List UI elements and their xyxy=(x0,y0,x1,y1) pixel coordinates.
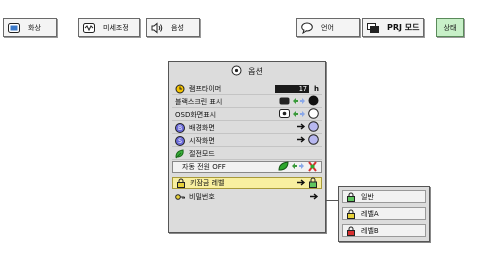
key-icon xyxy=(175,192,185,202)
menu-item-auto-power-off[interactable]: 자동 전원 OFF xyxy=(172,160,322,174)
disabled-icon xyxy=(307,160,318,174)
menu-item-osd-display[interactable]: OSD화면표시 xyxy=(172,108,322,121)
lamp-timer-icon xyxy=(175,84,185,94)
tab-prj-mode[interactable]: PRJ 모드 xyxy=(362,18,424,37)
submenu-item-label: 레벨B xyxy=(361,226,379,235)
menu-title: 옵션 xyxy=(169,62,325,80)
submenu-item-level-b[interactable]: 레벨B xyxy=(342,224,426,237)
submenu-circle-icon xyxy=(308,121,319,134)
fine-sync-icon xyxy=(83,22,95,34)
black-screen-icon xyxy=(279,97,290,107)
tab-audio[interactable]: 음성 xyxy=(146,18,200,37)
projector-mode-icon xyxy=(367,22,379,34)
tab-label: 상태 xyxy=(443,23,457,32)
tab-label: 미세조정 xyxy=(103,23,129,32)
toggle-arrows-icon xyxy=(291,162,305,172)
menu-item-background[interactable]: B 배경화면 xyxy=(172,121,322,134)
arrow-right-icon xyxy=(297,123,306,132)
menu-title-text: 옵션 xyxy=(248,66,263,76)
speech-bubble-icon xyxy=(301,22,313,34)
submenu-item-level-a[interactable]: 레벨A xyxy=(342,207,426,220)
menu-item-label: 블랙스크린 표시 xyxy=(175,97,223,106)
background-b-icon: B xyxy=(175,122,185,133)
menu-item-password[interactable]: 비밀번호 xyxy=(172,191,322,203)
tab-picture[interactable]: 화상 xyxy=(3,18,57,37)
lamp-timer-value: 17 xyxy=(275,84,310,93)
menu-item-startup-screen[interactable]: S 시작화면 xyxy=(172,134,322,147)
key-lock-submenu: 일반 레벨A 레벨B xyxy=(338,186,430,242)
tab-language[interactable]: 언어 xyxy=(296,18,360,37)
white-circle-icon xyxy=(308,108,319,121)
menu-item-key-lock-level[interactable]: 키잠금 레벨 xyxy=(172,177,322,189)
svg-text:S: S xyxy=(178,138,182,145)
toggle-arrows-icon xyxy=(292,110,306,120)
osd-icon xyxy=(279,109,290,120)
menu-item-label: 자동 전원 OFF xyxy=(182,163,226,171)
svg-text:B: B xyxy=(178,125,182,132)
options-menu: 옵션 램프타이머 17 h 블랙스크린 표시 OSD화면표시 B 배경화면 S … xyxy=(168,61,326,233)
lock-green-icon xyxy=(346,192,356,202)
lock-red-icon xyxy=(346,226,356,236)
tab-status[interactable]: 상태 xyxy=(436,18,464,37)
options-icon xyxy=(231,65,242,78)
menu-item-black-screen[interactable]: 블랙스크린 표시 xyxy=(172,95,322,108)
submenu-item-normal[interactable]: 일반 xyxy=(342,190,426,203)
menu-item-label: 램프타이머 xyxy=(189,84,222,93)
menu-item-label: 비밀번호 xyxy=(189,193,215,201)
arrow-right-icon xyxy=(297,136,306,145)
menu-item-lamp-timer: 램프타이머 17 h xyxy=(172,83,322,95)
speaker-icon xyxy=(151,21,163,34)
tab-label: 화상 xyxy=(28,23,41,32)
tab-fine-sync[interactable]: 미세조정 xyxy=(78,18,140,37)
lamp-timer-unit: h xyxy=(314,84,319,93)
lock-icon xyxy=(176,178,186,188)
menu-item-label: 절전모드 xyxy=(189,149,215,158)
picture-icon xyxy=(8,22,20,34)
startup-s-icon: S xyxy=(175,135,185,146)
tab-label: 언어 xyxy=(321,23,334,32)
menu-item-label: OSD화면표시 xyxy=(175,110,217,119)
leaf-icon xyxy=(278,161,289,173)
toggle-arrows-icon xyxy=(292,97,306,107)
arrow-right-icon xyxy=(310,192,319,202)
power-save-leaf-icon xyxy=(175,148,185,159)
tab-label: PRJ 모드 xyxy=(387,23,420,32)
submenu-item-label: 레벨A xyxy=(361,209,379,218)
menu-item-label: 시작화면 xyxy=(189,136,215,145)
menu-item-label: 배경화면 xyxy=(189,123,215,132)
arrow-right-icon xyxy=(297,178,306,188)
submenu-item-label: 일반 xyxy=(361,192,374,201)
menu-item-label: 키잠금 레벨 xyxy=(190,179,225,187)
tab-label: 음성 xyxy=(171,23,184,32)
lock-yellow-icon xyxy=(346,209,356,219)
lock-green-icon xyxy=(308,177,318,190)
submenu-circle-icon xyxy=(308,134,319,147)
menu-item-power-save: 절전모드 xyxy=(172,148,322,160)
submenu-connector xyxy=(326,200,338,201)
black-circle-icon xyxy=(308,95,319,108)
